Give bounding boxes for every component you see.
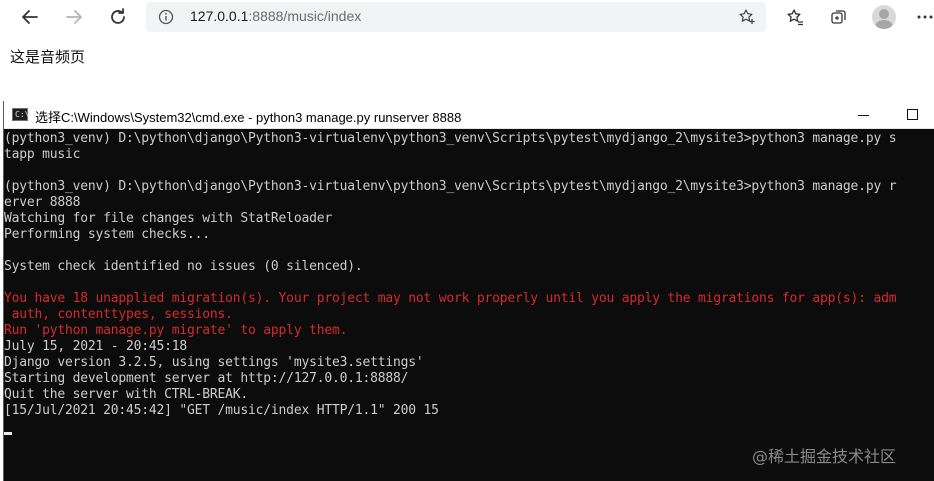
profile-head bbox=[879, 9, 889, 19]
cmd-error-line: You have 18 unapplied migration(s). Your… bbox=[4, 291, 897, 306]
info-icon[interactable] bbox=[158, 9, 174, 25]
refresh-icon[interactable] bbox=[105, 4, 131, 30]
cmd-line bbox=[4, 243, 934, 259]
page-content-text: 这是音频页 bbox=[10, 49, 86, 66]
cmd-line: Django version 3.2.5, using settings 'my… bbox=[4, 355, 424, 370]
cmd-error-line: Run 'python manage.py migrate' to apply … bbox=[4, 323, 348, 338]
cmd-app-icon: C:\ bbox=[12, 108, 30, 121]
cmd-output[interactable]: (python3_venv) D:\python\django\Python3-… bbox=[4, 129, 934, 481]
cmd-cursor bbox=[4, 432, 12, 435]
url-text[interactable]: 127.0.0.1:8888/music/index bbox=[190, 8, 361, 24]
cmd-line: [15/Jul/2021 20:45:42] "GET /music/index… bbox=[4, 403, 439, 418]
cmd-window[interactable]: C:\ 选择C:\Windows\System32\cmd.exe - pyth… bbox=[3, 101, 934, 481]
back-arrow-icon[interactable] bbox=[17, 4, 43, 30]
add-favorite-icon[interactable] bbox=[738, 8, 756, 26]
cmd-line: tapp music bbox=[4, 147, 81, 162]
cmd-title-bar[interactable]: C:\ 选择C:\Windows\System32\cmd.exe - pyth… bbox=[4, 101, 934, 129]
cmd-error-line: auth, contenttypes, sessions. bbox=[4, 307, 233, 322]
address-bar[interactable]: 127.0.0.1:8888/music/index bbox=[146, 2, 766, 32]
cmd-line: System check identified no issues (0 sil… bbox=[4, 259, 363, 274]
favorites-icon[interactable] bbox=[782, 4, 808, 30]
cmd-line: (python3_venv) D:\python\django\Python3-… bbox=[4, 131, 897, 146]
url-host: 127.0.0.1 bbox=[190, 8, 249, 24]
cmd-line: Watching for file changes with StatReloa… bbox=[4, 211, 332, 226]
collections-icon[interactable] bbox=[826, 4, 852, 30]
cmd-line: Performing system checks... bbox=[4, 227, 210, 242]
cmd-line: July 15, 2021 - 20:45:18 bbox=[4, 339, 188, 354]
cmd-line bbox=[4, 275, 934, 291]
cmd-line: erver 8888 bbox=[4, 195, 81, 210]
cmd-line: Quit the server with CTRL-BREAK. bbox=[4, 387, 249, 402]
browser-toolbar: 127.0.0.1:8888/music/index bbox=[0, 0, 934, 34]
forward-arrow-icon[interactable] bbox=[61, 4, 87, 30]
minimize-icon[interactable] bbox=[852, 109, 876, 123]
watermark: @稀土掘金技术社区 bbox=[752, 447, 897, 466]
cmd-app-icon-text: C:\ bbox=[15, 110, 30, 119]
profile-icon[interactable] bbox=[872, 5, 896, 29]
profile-body bbox=[875, 20, 893, 29]
maximize-icon[interactable] bbox=[902, 106, 922, 124]
cmd-line: (python3_venv) D:\python\django\Python3-… bbox=[4, 179, 897, 194]
more-icon[interactable] bbox=[912, 4, 934, 30]
cmd-line bbox=[4, 163, 934, 179]
cmd-window-title: 选择C:\Windows\System32\cmd.exe - python3 … bbox=[35, 110, 462, 125]
url-path: :8888/music/index bbox=[248, 8, 362, 24]
cmd-line: Starting development server at http://12… bbox=[4, 371, 409, 386]
